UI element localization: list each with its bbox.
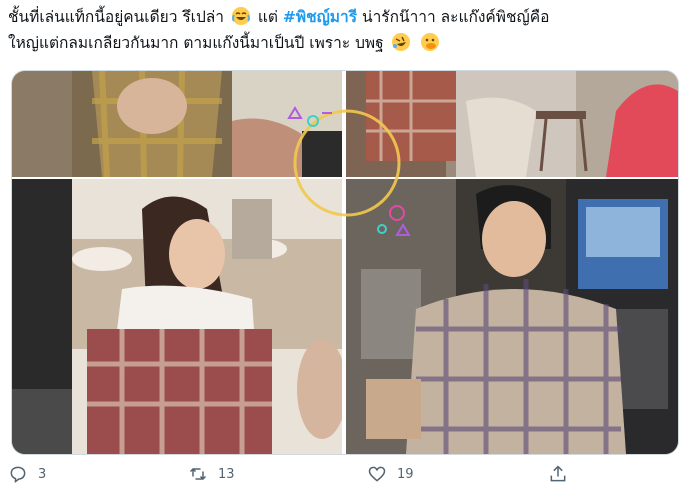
hand-over-mouth-emoji-icon bbox=[420, 32, 440, 52]
tweet-text-part: แต่ bbox=[257, 8, 283, 26]
reply-icon bbox=[10, 466, 26, 483]
tweet-text-part: ใหญ่แต่กลมเกลียวกันมาก ตามแก๊งนี้มาเป็นป… bbox=[8, 34, 384, 52]
heart-icon bbox=[368, 466, 386, 482]
retweet-button[interactable]: 13 bbox=[188, 464, 235, 484]
share-icon bbox=[550, 465, 566, 482]
tweet-text: ชั้นที่เล่นแท็กนี้อยู่คนเดียว รึเปล่า แต… bbox=[8, 4, 688, 56]
photo-4[interactable] bbox=[346, 179, 678, 454]
tweet-line-2: ใหญ่แต่กลมเกลียวกันมาก ตามแก๊งนี้มาเป็นป… bbox=[8, 30, 688, 56]
joy-emoji-icon bbox=[231, 6, 251, 26]
tweet-actions: 3 13 19 bbox=[0, 462, 700, 492]
reply-button[interactable]: 3 bbox=[8, 464, 46, 484]
retweet-count: 13 bbox=[218, 466, 235, 482]
hashtag-link[interactable]: #พิชญ์มารี bbox=[283, 8, 357, 26]
rofl-emoji-icon bbox=[391, 32, 411, 52]
tweet-line-1: ชั้นที่เล่นแท็กนี้อยู่คนเดียว รึเปล่า แต… bbox=[8, 4, 688, 30]
tweet-text-part: น่ารักน๊าาา ละแก๊งค์พิชญ์คือ bbox=[362, 8, 550, 26]
photo-3[interactable] bbox=[12, 179, 342, 454]
reply-count: 3 bbox=[38, 466, 47, 482]
photo-1[interactable] bbox=[12, 71, 342, 177]
like-button[interactable]: 19 bbox=[367, 464, 414, 484]
photo-2[interactable] bbox=[346, 71, 678, 177]
like-count: 19 bbox=[397, 466, 414, 482]
retweet-icon bbox=[189, 467, 207, 481]
media-grid bbox=[11, 70, 679, 455]
share-button[interactable] bbox=[548, 464, 568, 484]
tweet-text-part: ชั้นที่เล่นแท็กนี้อยู่คนเดียว รึเปล่า bbox=[8, 8, 225, 26]
